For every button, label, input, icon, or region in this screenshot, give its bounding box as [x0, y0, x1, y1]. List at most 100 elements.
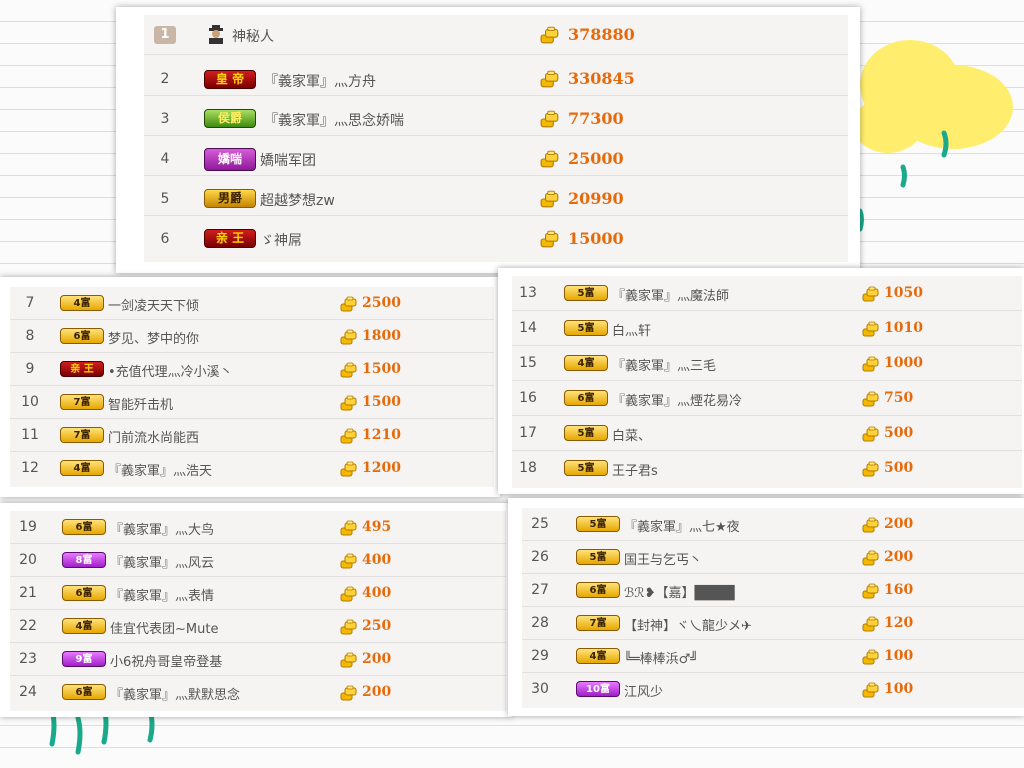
gold-coin-icon	[340, 329, 358, 345]
wealth-badge: 6富	[62, 684, 106, 700]
gold-coin-icon	[540, 230, 560, 248]
gold-coin-icon	[340, 428, 358, 444]
rank-number: 8	[25, 328, 35, 344]
wealth-badge: 4富	[60, 295, 104, 311]
rank-number: 6	[160, 230, 170, 247]
player-name: •充值代理灬冷小溪丶	[108, 365, 233, 380]
rank-number: 27	[531, 582, 549, 598]
coin-amount: 77300	[568, 109, 624, 128]
coin-amount: 330845	[568, 69, 635, 88]
leaderboard-row: 9 亲 王 •充值代理灬冷小溪丶 1500	[10, 353, 494, 386]
player-name: 『義家軍』灬三毛	[612, 359, 717, 374]
wealth-badge: 5富	[564, 460, 608, 476]
rank-number: 22	[19, 618, 37, 634]
coin-amount: 1500	[362, 361, 401, 377]
leaderboard-row: 2 皇 帝 『義家軍』灬方舟 330845	[144, 62, 848, 96]
rank-number: 11	[21, 427, 39, 443]
wealth-badge: 亲 王	[60, 361, 104, 377]
leaderboard-row: 22 4富 佳宜代表团~Mute 250	[10, 610, 506, 643]
player-name: 『義家軍』灬七★夜	[624, 520, 740, 535]
rank-number: 23	[19, 651, 37, 667]
rank-number: 9	[25, 361, 35, 377]
wealth-badge: 7富	[60, 427, 104, 443]
player-name: 智能歼击机	[108, 398, 174, 413]
rank-number: 30	[531, 681, 549, 697]
wealth-badge: 6富	[564, 390, 608, 406]
gold-coin-icon	[340, 685, 358, 701]
gold-coin-icon	[862, 682, 880, 698]
player-name: 『義家軍』灬大鸟	[110, 523, 215, 538]
wealth-badge: 8富	[62, 552, 106, 568]
coin-amount: 25000	[568, 149, 624, 168]
leaderboard-row: 29 4富 ╚═棒棒浜♂╝ 100	[522, 640, 1024, 673]
rank-number: 7	[25, 295, 35, 311]
wealth-badge: 5富	[564, 425, 608, 441]
wealth-badge: 9富	[62, 651, 106, 667]
wealth-badge: 5富	[576, 549, 620, 565]
player-name: 门前流水尚能西	[108, 431, 200, 446]
gold-coin-icon	[862, 391, 880, 407]
leaderboard-row: 24 6富 『義家軍』灬默默思念 200	[10, 676, 506, 708]
leaderboard-row: 14 5富 白灬轩 1010	[512, 311, 1022, 346]
player-name: 小6祝舟哥皇帝登基	[110, 655, 223, 670]
gold-coin-icon	[340, 586, 358, 602]
player-name: 超越梦想zw	[260, 193, 335, 209]
player-name: ゞ神屌	[260, 233, 302, 249]
leaderboard-row: 15 4富 『義家軍』灬三毛 1000	[512, 346, 1022, 381]
leaderboard-row: 19 6富 『義家軍』灬大鸟 495	[10, 511, 506, 544]
leaderboard-panel-top: 1 神秘人 378880 2 皇 帝 『義家軍』灬方舟 330845 3 侯爵 …	[116, 7, 860, 273]
leaderboard-row: 20 8富 『義家軍』灬风云 400	[10, 544, 506, 577]
rank-number: 26	[531, 549, 549, 565]
coin-amount: 20990	[568, 189, 624, 208]
rank-number: 18	[519, 460, 537, 476]
rank-number: 14	[519, 320, 537, 336]
player-name: 『義家軍』灬表情	[110, 589, 215, 604]
gold-coin-icon	[862, 517, 880, 533]
rank-number: 13	[519, 285, 537, 301]
gold-coin-icon	[862, 649, 880, 665]
leaderboard-row: 26 5富 国王与乞丐丶 200	[522, 541, 1024, 574]
coin-amount: 1500	[362, 394, 401, 410]
leaderboard-row: 8 6富 梦见、梦中的你 1800	[10, 320, 494, 353]
gold-coin-icon	[540, 70, 560, 88]
coin-amount: 1200	[362, 460, 401, 476]
rank-number: 17	[519, 425, 537, 441]
leaderboard-panel-ranks-25-30: 25 5富 『義家軍』灬七★夜 200 26 5富 国王与乞丐丶 200 27 6富 ℬℛ❥【嘉】█…	[508, 498, 1024, 716]
wealth-badge: 5富	[564, 320, 608, 336]
player-name: 『義家軍』灬魔法師	[612, 289, 730, 304]
player-name: 白菜、	[612, 429, 652, 444]
rank-number: 29	[531, 648, 549, 664]
coin-amount: 2500	[362, 295, 401, 311]
coin-amount: 1210	[362, 427, 401, 443]
player-name: 『義家軍』灬风云	[110, 556, 215, 571]
wealth-badge: 6富	[60, 328, 104, 344]
gold-coin-icon	[862, 616, 880, 632]
coin-amount: 100	[884, 681, 914, 697]
title-badge: 嬌喘	[204, 148, 256, 171]
gold-coin-icon	[340, 362, 358, 378]
gold-coin-icon	[862, 461, 880, 477]
wealth-badge: 4富	[60, 460, 104, 476]
rank-number: 1	[150, 25, 180, 44]
gold-coin-icon	[540, 26, 560, 44]
coin-amount: 100	[884, 648, 914, 664]
coin-amount: 250	[362, 618, 392, 634]
player-name: 神秘人	[232, 29, 274, 45]
coin-amount: 495	[362, 519, 392, 535]
leaderboard-panel-ranks-19-24: 19 6富 『義家軍』灬大鸟 495 20 8富 『義家軍』灬风云 400 21 6富 『義家軍』灬…	[0, 503, 512, 717]
coin-amount: 15000	[568, 229, 624, 248]
leaderboard-row: 11 7富 门前流水尚能西 1210	[10, 419, 494, 452]
player-name: 『義家軍』灬方舟	[264, 74, 376, 90]
player-name: 江风少	[624, 685, 664, 700]
leaderboard-row: 25 5富 『義家軍』灬七★夜 200	[522, 508, 1024, 541]
coin-amount: 1010	[884, 320, 923, 336]
leaderboard-row: 16 6富 『義家軍』灬煙花易冷 750	[512, 381, 1022, 416]
leaderboard-row: 5 男爵 超越梦想zw 20990	[144, 182, 848, 216]
leaderboard-row: 28 7富 【封神】ヾ乀龍少メ✈ 120	[522, 607, 1024, 640]
player-name: 嬌喘军团	[260, 153, 316, 169]
coin-amount: 160	[884, 582, 914, 598]
rank-number: 4	[160, 150, 170, 167]
player-name: 王子君s	[612, 464, 658, 479]
gold-coin-icon	[862, 321, 880, 337]
gold-coin-icon	[340, 461, 358, 477]
